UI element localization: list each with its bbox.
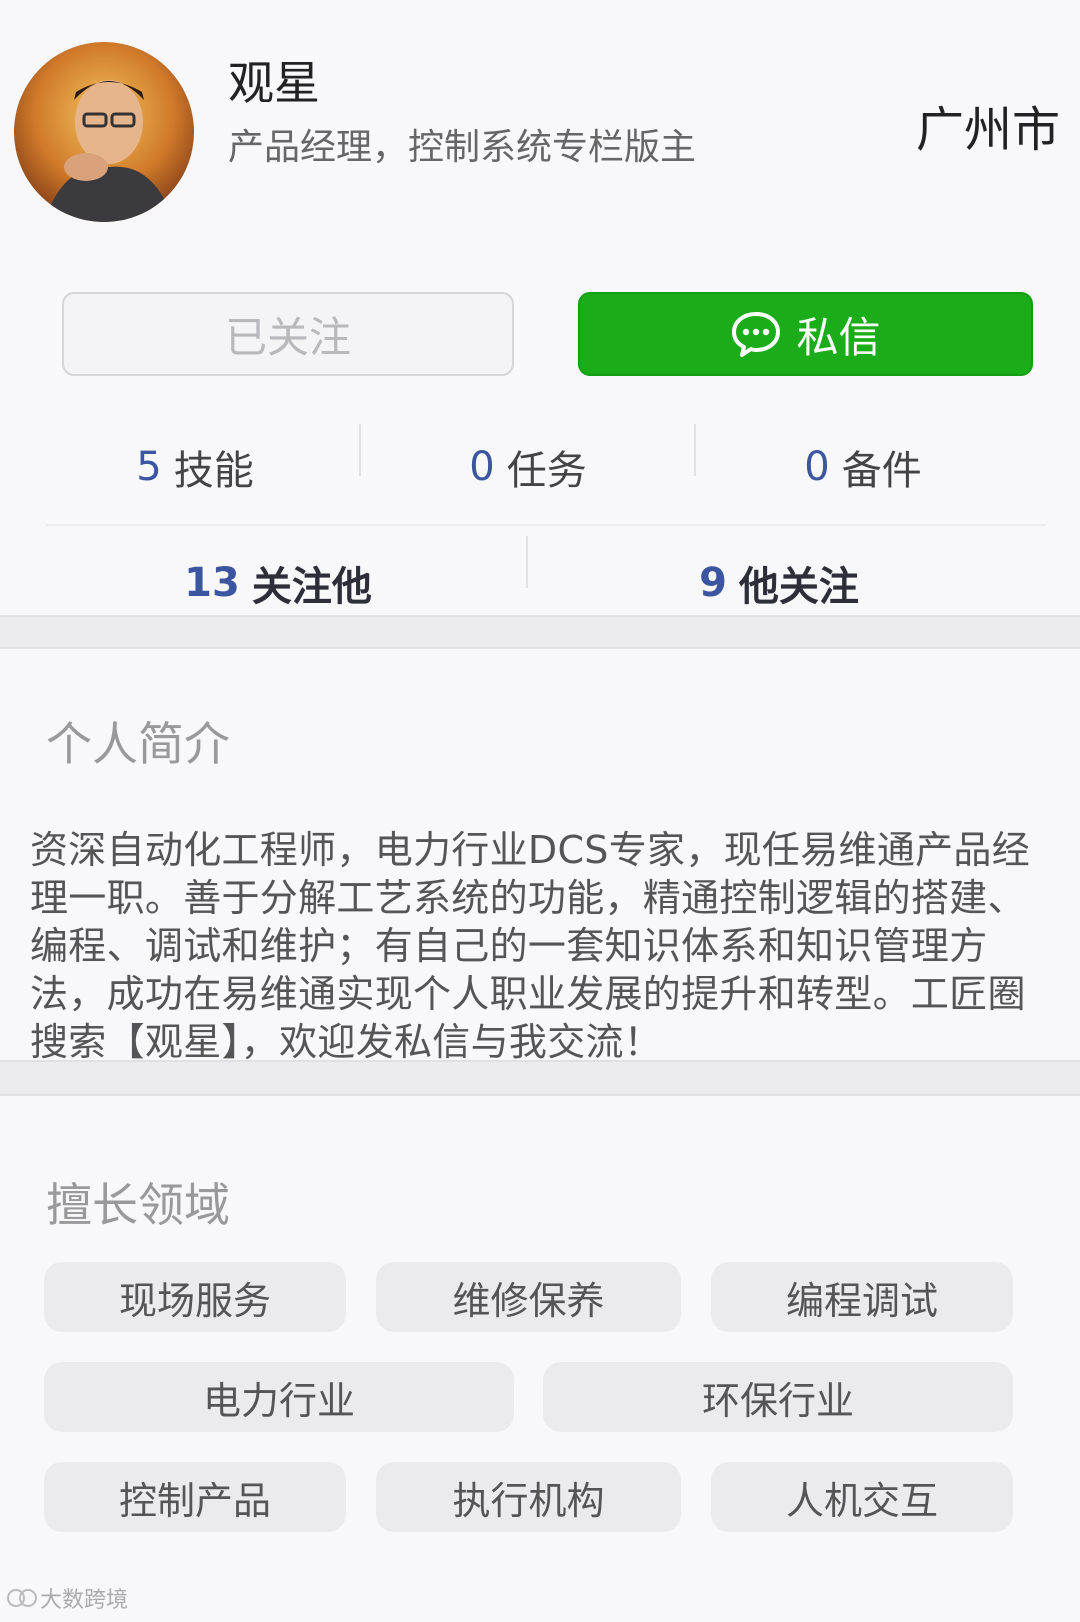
skill-tag[interactable]: 维修保养 <box>376 1262 681 1332</box>
stat-tasks-count: 0 <box>469 444 495 490</box>
bio-heading: 个人简介 <box>46 717 230 771</box>
stat-parts-label: 备件 <box>841 448 922 494</box>
stat-skills-label: 技能 <box>173 448 254 494</box>
stat-following-count: 9 <box>699 560 727 606</box>
followed-button-label: 已关注 <box>224 312 351 362</box>
stat-parts-count: 0 <box>804 444 830 490</box>
skill-tag[interactable]: 人机交互 <box>711 1462 1013 1532</box>
stat-skills-count: 5 <box>136 444 162 490</box>
avatar[interactable] <box>14 42 194 222</box>
watermark-logo-icon <box>7 1589 37 1607</box>
bio-text: 资深自动化工程师，电力行业DCS专家，现任易维通产品经理一职。善于分解工艺系统的… <box>30 828 1031 1064</box>
followed-button[interactable]: 已关注 <box>62 292 514 376</box>
skill-tag[interactable]: 编程调试 <box>711 1262 1013 1332</box>
message-button[interactable]: 私信 <box>578 292 1033 376</box>
chat-bubble-icon <box>732 312 781 357</box>
section-separator <box>0 615 1080 649</box>
skill-tag[interactable]: 执行机构 <box>376 1462 681 1532</box>
message-button-label: 私信 <box>796 312 881 362</box>
stat-following[interactable]: 9 他关注 <box>529 548 1029 618</box>
stat-followers-count: 13 <box>184 560 240 606</box>
divider <box>526 536 528 588</box>
skills-heading: 擅长领域 <box>46 1178 230 1232</box>
divider <box>359 424 361 476</box>
stat-parts[interactable]: 0 备件 <box>697 432 1029 502</box>
stat-tasks-label: 任务 <box>506 448 587 494</box>
skill-tag[interactable]: 控制产品 <box>44 1462 346 1532</box>
stat-followers[interactable]: 13 关注他 <box>30 548 526 618</box>
skill-tag[interactable]: 现场服务 <box>44 1262 346 1332</box>
profile-title: 产品经理，控制系统专栏版主 <box>228 127 697 168</box>
watermark: 大数跨境 <box>6 1582 128 1614</box>
stat-following-label: 他关注 <box>738 564 859 610</box>
profile-city: 广州市 <box>915 102 1060 158</box>
stat-followers-label: 关注他 <box>251 564 372 610</box>
stat-skills[interactable]: 5 技能 <box>30 432 360 502</box>
stats-divider <box>46 524 1046 526</box>
skill-tag[interactable]: 电力行业 <box>44 1362 514 1432</box>
divider <box>694 424 696 476</box>
stat-tasks[interactable]: 0 任务 <box>362 432 694 502</box>
profile-name: 观星 <box>228 56 320 110</box>
skill-tag[interactable]: 环保行业 <box>543 1362 1013 1432</box>
watermark-text: 大数跨境 <box>40 1588 129 1613</box>
section-separator <box>0 1060 1080 1096</box>
